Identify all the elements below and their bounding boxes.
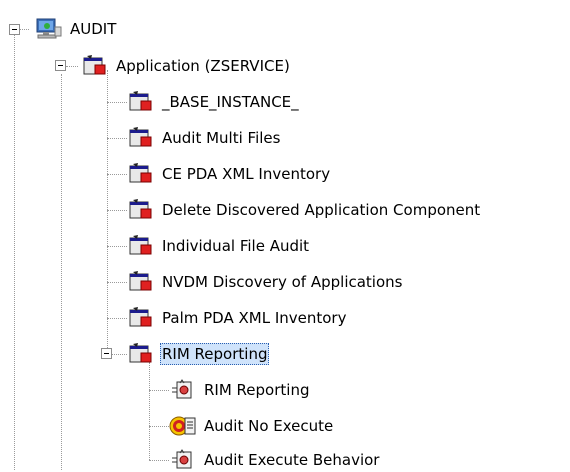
tree-node-label: Audit Execute Behavior — [204, 451, 380, 469]
tree-connector — [107, 138, 127, 139]
tree-node-label-selected: RIM Reporting — [160, 343, 270, 365]
tree-node-label: Delete Discovered Application Component — [162, 201, 481, 219]
tree-node-individual-file-audit[interactable]: Individual File Audit — [126, 234, 311, 258]
tree-connector — [107, 102, 127, 103]
tree-connector — [107, 70, 108, 354]
tree-node-ce-pda-xml-inventory[interactable]: CE PDA XML Inventory — [126, 162, 332, 186]
tree-node-audit-execute-behavior[interactable]: Audit Execute Behavior — [168, 448, 381, 472]
application-instance-icon — [126, 90, 156, 114]
tree-node-label: Application (ZSERVICE) — [116, 57, 290, 75]
tree-connector — [149, 426, 169, 427]
application-instance-icon — [126, 198, 156, 222]
tree-node-label: NVDM Discovery of Applications — [162, 273, 403, 291]
tree-connector — [112, 354, 127, 355]
tree-connector — [149, 460, 169, 461]
tree-view[interactable]: AUDIT Application (ZSERVICE) _BASE_INSTA… — [0, 0, 570, 470]
tree-node-base-instance[interactable]: _BASE_INSTANCE_ — [126, 90, 301, 114]
tree-connector — [107, 246, 127, 247]
tree-node-label: CE PDA XML Inventory — [162, 165, 331, 183]
tree-connector — [14, 30, 15, 470]
application-instance-icon — [126, 306, 156, 330]
behavior-icon — [168, 378, 198, 402]
tree-node-label: Individual File Audit — [162, 237, 310, 255]
tree-connector — [107, 174, 127, 175]
tree-node-label: Palm PDA XML Inventory — [162, 309, 347, 327]
tree-node-application[interactable]: Application (ZSERVICE) — [80, 54, 292, 78]
tree-node-label: RIM Reporting — [204, 381, 310, 399]
tree-connector — [107, 282, 127, 283]
tree-connector — [107, 318, 127, 319]
application-instance-icon — [126, 162, 156, 186]
tree-node-label: Audit No Execute — [204, 417, 334, 435]
tree-node-audit-multi-files[interactable]: Audit Multi Files — [126, 126, 282, 150]
audit-computer-icon — [34, 17, 64, 41]
application-instance-icon — [126, 270, 156, 294]
tree-node-audit-no-execute[interactable]: Audit No Execute — [168, 414, 335, 438]
application-instance-icon — [126, 234, 156, 258]
application-instance-icon — [126, 126, 156, 150]
tree-node-rim-reporting-behavior[interactable]: RIM Reporting — [168, 378, 311, 402]
tree-connector — [66, 66, 78, 67]
tree-node-nvdm-discovery[interactable]: NVDM Discovery of Applications — [126, 270, 404, 294]
tree-node-palm-pda-xml-inventory[interactable]: Palm PDA XML Inventory — [126, 306, 348, 330]
tree-node-label: _BASE_INSTANCE_ — [162, 93, 299, 111]
behavior-icon — [168, 448, 198, 472]
tree-connector — [19, 29, 29, 30]
application-class-icon — [80, 54, 110, 78]
collapse-toggle-application[interactable] — [55, 60, 66, 71]
tree-connector — [149, 362, 150, 460]
tree-connector — [61, 74, 62, 470]
tree-node-label: AUDIT — [70, 20, 117, 38]
tree-node-label: Audit Multi Files — [162, 129, 281, 147]
tree-node-rim-reporting[interactable]: RIM Reporting — [126, 342, 270, 366]
tree-connector — [149, 390, 169, 391]
collapse-toggle-rim-reporting[interactable] — [101, 348, 112, 359]
tree-connector — [107, 210, 127, 211]
collapse-toggle-audit[interactable] — [9, 24, 20, 35]
application-instance-icon — [126, 342, 156, 366]
no-execute-icon — [168, 414, 198, 438]
tree-node-delete-discovered-application-component[interactable]: Delete Discovered Application Component — [126, 198, 482, 222]
tree-node-audit[interactable]: AUDIT — [34, 17, 118, 41]
